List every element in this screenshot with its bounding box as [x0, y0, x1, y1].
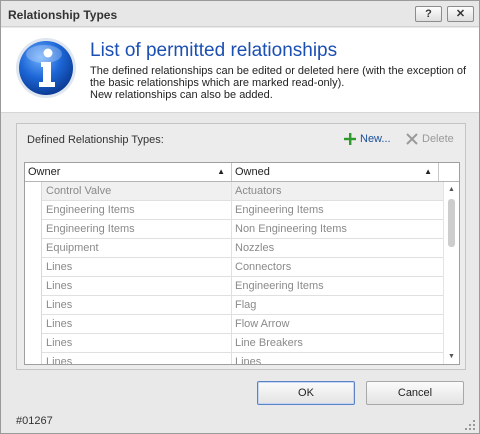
header-description: The defined relationships can be edited … [90, 65, 475, 101]
table-row[interactable]: Lines Flow Arrow [25, 315, 443, 334]
plus-icon [344, 133, 356, 145]
table-row[interactable]: Lines Line Breakers [25, 334, 443, 353]
scrollbar-thumb[interactable] [448, 199, 455, 247]
ok-button[interactable]: OK [257, 381, 355, 405]
owned-cell: Lines [235, 356, 262, 365]
table-row[interactable]: Lines Lines [25, 353, 443, 365]
owner-cell: Lines [43, 334, 232, 353]
table-row[interactable]: Lines Engineering Items [25, 277, 443, 296]
row-indicator[interactable] [25, 201, 42, 220]
new-button[interactable]: New... [344, 130, 391, 148]
help-button[interactable]: ? [415, 6, 442, 22]
vertical-scrollbar[interactable]: ▲ ▼ [443, 182, 459, 364]
description-line: the basic relationships which are marked… [90, 77, 345, 89]
owned-cell: Nozzles [235, 242, 275, 254]
row-indicator[interactable] [25, 296, 42, 315]
owner-cell: Control Valve [43, 182, 232, 201]
owner-cell: Equipment [43, 239, 232, 258]
row-indicator[interactable] [25, 277, 42, 296]
owner-cell: Lines [43, 296, 232, 315]
owner-cell: Engineering Items [43, 220, 232, 239]
table-row[interactable]: Equipment Nozzles [25, 239, 443, 258]
column-header-label: Owner [28, 166, 61, 178]
owner-cell: Lines [43, 277, 232, 296]
title-bar: Relationship Types ? ✕ [1, 1, 479, 27]
cancel-button[interactable]: Cancel [366, 381, 464, 405]
row-indicator[interactable] [25, 239, 42, 258]
new-button-label: New... [360, 133, 391, 145]
owned-cell: Engineering Items [235, 280, 324, 292]
description-line: New relationships can also be added. [90, 89, 273, 101]
column-header-owner[interactable]: Owner ▲ [25, 163, 232, 181]
scroll-up-icon[interactable]: ▲ [448, 186, 455, 193]
grid-rows: Control Valve Actuators Engineering Item… [25, 182, 443, 365]
info-icon [16, 38, 76, 98]
dialog-code: #01267 [16, 415, 53, 427]
owned-cell: Line Breakers [235, 337, 303, 349]
row-indicator[interactable] [25, 258, 42, 277]
row-indicator[interactable] [25, 353, 42, 364]
owned-cell: Engineering Items [235, 204, 324, 216]
owned-cell: Actuators [235, 185, 282, 197]
sort-ascending-icon: ▲ [424, 167, 432, 176]
description-line: The defined relationships can be edited … [90, 65, 467, 77]
owner-cell: Lines [43, 353, 232, 364]
owned-cell: Flag [235, 299, 257, 311]
owner-cell: Lines [43, 315, 232, 334]
close-button[interactable]: ✕ [447, 6, 474, 22]
grid-header: Owner ▲ Owned ▲ [25, 163, 459, 182]
group-label: Defined Relationship Types: [27, 134, 164, 146]
owner-cell: Lines [43, 258, 232, 277]
table-row[interactable]: Control Valve Actuators [25, 182, 443, 201]
table-row[interactable]: Lines Flag [25, 296, 443, 315]
header-panel: List of permitted relationships The defi… [1, 28, 479, 113]
sort-ascending-icon: ▲ [217, 167, 225, 176]
column-header-owned[interactable]: Owned ▲ [232, 163, 439, 181]
owned-cell: Flow Arrow [235, 318, 290, 330]
resize-grip-icon[interactable] [464, 419, 476, 431]
relationship-types-dialog: Relationship Types ? ✕ List of permitted… [0, 0, 480, 434]
table-row[interactable]: Lines Connectors [25, 258, 443, 277]
window-title: Relationship Types [8, 8, 118, 22]
row-indicator[interactable] [25, 182, 42, 201]
table-row[interactable]: Engineering Items Engineering Items [25, 201, 443, 220]
owner-cell: Engineering Items [43, 201, 232, 220]
scroll-down-icon[interactable]: ▼ [448, 353, 455, 360]
table-row[interactable]: Engineering Items Non Engineering Items [25, 220, 443, 239]
row-indicator[interactable] [25, 334, 42, 353]
owned-cell: Non Engineering Items [235, 223, 347, 235]
relationship-grid: Owner ▲ Owned ▲ Control Valve Actuators … [24, 162, 460, 365]
column-header-label: Owned [235, 166, 270, 178]
owned-cell: Connectors [235, 261, 292, 273]
relationship-types-group: Defined Relationship Types: New... Delet… [16, 123, 466, 370]
cross-icon [406, 133, 418, 145]
delete-button[interactable]: Delete [406, 130, 454, 148]
row-indicator[interactable] [25, 220, 42, 239]
delete-button-label: Delete [422, 133, 454, 145]
header-title: List of permitted relationships [90, 40, 338, 61]
row-indicator[interactable] [25, 315, 42, 334]
